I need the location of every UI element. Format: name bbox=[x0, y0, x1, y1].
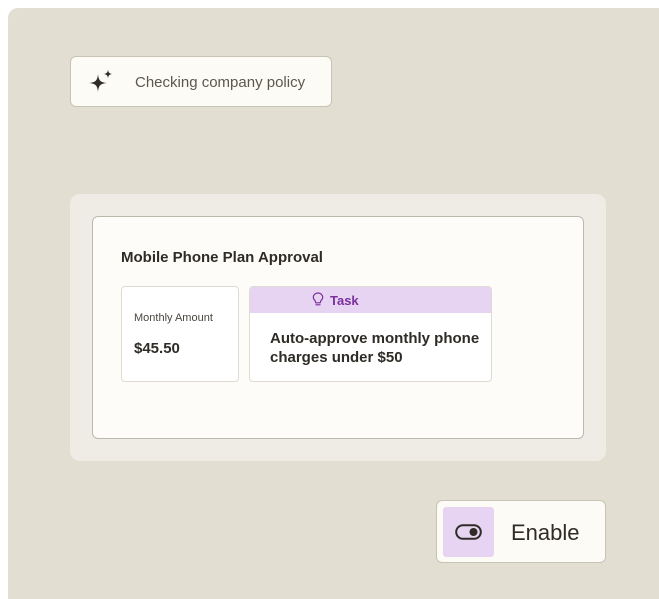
card-title: Mobile Phone Plan Approval bbox=[121, 249, 323, 266]
toggle-icon bbox=[455, 524, 482, 540]
approval-panel: Mobile Phone Plan Approval Monthly Amoun… bbox=[70, 194, 606, 461]
status-text: Checking company policy bbox=[135, 74, 306, 91]
canvas-background: Checking company policy Mobile Phone Pla… bbox=[8, 8, 659, 599]
approval-card: Mobile Phone Plan Approval Monthly Amoun… bbox=[92, 216, 584, 439]
toggle-tile bbox=[443, 507, 494, 557]
task-description: Auto-approve monthly phone charges under… bbox=[270, 330, 480, 366]
enable-label: Enable bbox=[511, 520, 580, 545]
task-label: Task bbox=[330, 293, 359, 308]
task-header: Task bbox=[250, 287, 491, 313]
sparkle-icon bbox=[89, 69, 113, 92]
task-box: Task Auto-approve monthly phone charges … bbox=[249, 286, 492, 382]
monthly-amount-box: Monthly Amount $45.50 bbox=[121, 286, 239, 382]
lightbulb-icon bbox=[312, 292, 324, 306]
enable-button[interactable]: Enable bbox=[436, 500, 606, 563]
amount-label: Monthly Amount bbox=[134, 312, 213, 324]
status-indicator: Checking company policy bbox=[70, 56, 332, 107]
amount-value: $45.50 bbox=[134, 340, 180, 357]
